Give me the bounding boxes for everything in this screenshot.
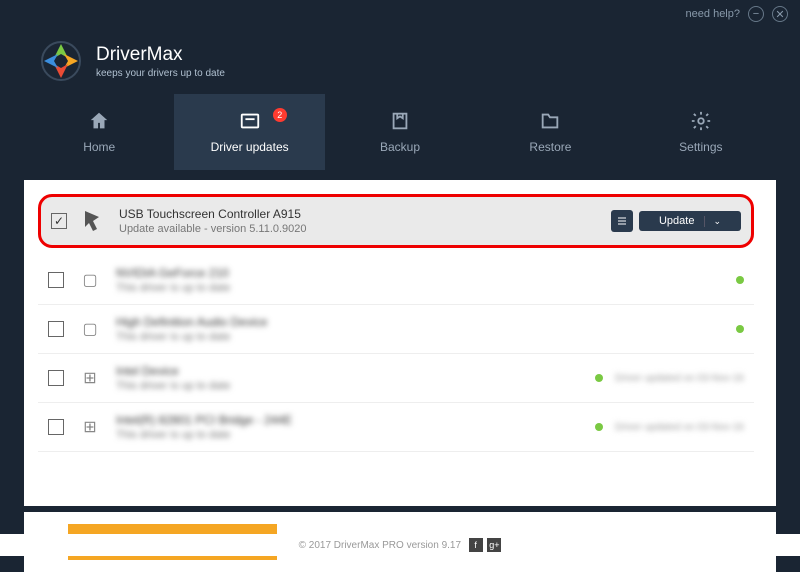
status-dot: [595, 423, 603, 431]
settings-icon: [690, 110, 712, 132]
app-title: DriverMax: [96, 44, 225, 66]
app-tagline: keeps your drivers up to date: [96, 68, 225, 79]
help-link[interactable]: need help?: [686, 8, 740, 20]
driver-status: Update available - version 5.11.0.9020: [119, 223, 599, 235]
status-dot: [736, 325, 744, 333]
driver-date: Driver updated on 03-Nov-16: [615, 373, 744, 384]
app-logo-icon: [40, 40, 82, 82]
google-plus-icon[interactable]: g+: [487, 538, 501, 552]
audio-icon: ▢: [76, 315, 104, 343]
driver-name: USB Touchscreen Controller A915: [119, 207, 599, 221]
restore-icon: [539, 110, 561, 132]
driver-list-panel: USB Touchscreen Controller A915 Update a…: [24, 180, 776, 506]
monitor-icon: ▢: [76, 266, 104, 294]
list-icon: [616, 215, 628, 227]
driver-status: This driver is up to date: [116, 331, 718, 343]
chevron-down-icon[interactable]: ⌄: [704, 216, 721, 227]
home-icon: [88, 110, 110, 132]
driver-row[interactable]: ▢ High Definition Audio Device This drive…: [38, 305, 754, 354]
status-dot: [595, 374, 603, 382]
driver-checkbox[interactable]: [51, 213, 67, 229]
credits-bar: © 2017 DriverMax PRO version 9.17 f g+: [0, 534, 800, 556]
driver-row[interactable]: ▢ NVIDIA GeForce 210 This driver is up to…: [38, 256, 754, 305]
tab-home[interactable]: Home: [24, 94, 174, 170]
driver-row[interactable]: ⊞ Intel DeviceThis driver is up to date …: [38, 354, 754, 403]
close-button[interactable]: ✕: [772, 6, 788, 22]
tab-updates-label: Driver updates: [211, 140, 289, 154]
updates-icon: [239, 110, 261, 132]
tab-backup-label: Backup: [380, 140, 420, 154]
driver-name: Intel Device: [116, 364, 577, 378]
app-header: DriverMax keeps your drivers up to date: [0, 28, 800, 94]
tab-restore-label: Restore: [529, 140, 571, 154]
tab-settings[interactable]: Settings: [626, 94, 776, 170]
driver-status: This driver is up to date: [116, 282, 718, 294]
driver-name: High Definition Audio Device: [116, 315, 718, 329]
driver-scroll[interactable]: USB Touchscreen Controller A915 Update a…: [38, 194, 762, 492]
driver-checkbox[interactable]: [48, 321, 64, 337]
windows-icon: ⊞: [76, 364, 104, 392]
driver-name: Intel(R) 82801 PCI Bridge - 244E: [116, 413, 577, 427]
status-dot: [736, 276, 744, 284]
main-nav: Home Driver updates 2 Backup Restore Set…: [0, 94, 800, 170]
update-button-label: Update: [659, 215, 694, 227]
tab-driver-updates[interactable]: Driver updates 2: [174, 94, 324, 170]
update-button[interactable]: Update ⌄: [639, 211, 741, 231]
driver-status: This driver is up to date: [116, 380, 577, 392]
tab-settings-label: Settings: [679, 140, 722, 154]
driver-row-highlighted[interactable]: USB Touchscreen Controller A915 Update a…: [38, 194, 754, 248]
tab-home-label: Home: [83, 140, 115, 154]
driver-checkbox[interactable]: [48, 370, 64, 386]
backup-icon: [389, 110, 411, 132]
touchscreen-icon: [79, 207, 107, 235]
driver-name: NVIDIA GeForce 210: [116, 266, 718, 280]
driver-row[interactable]: ⊞ Intel(R) 82801 PCI Bridge - 244E This d…: [38, 403, 754, 452]
driver-status: This driver is up to date: [116, 429, 577, 441]
copyright-text: © 2017 DriverMax PRO version 9.17: [299, 540, 461, 551]
driver-details-button[interactable]: [611, 210, 633, 232]
tab-restore[interactable]: Restore: [475, 94, 625, 170]
facebook-icon[interactable]: f: [469, 538, 483, 552]
updates-badge: 2: [273, 108, 287, 122]
driver-checkbox[interactable]: [48, 419, 64, 435]
tab-backup[interactable]: Backup: [325, 94, 475, 170]
minimize-button[interactable]: −: [748, 6, 764, 22]
driver-date: Driver updated on 03-Nov-16: [615, 422, 744, 433]
windows-icon: ⊞: [76, 413, 104, 441]
driver-checkbox[interactable]: [48, 272, 64, 288]
